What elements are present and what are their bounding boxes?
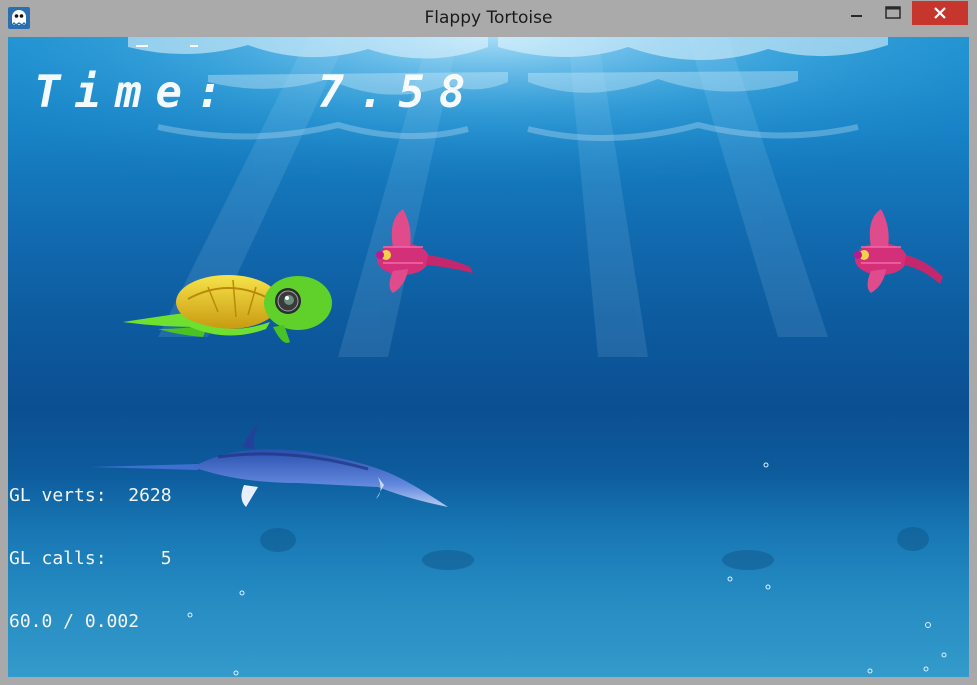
- gl-calls-value: 5: [160, 548, 172, 569]
- app-window: Flappy Tortoise Time: 7.58 GL verts: 262…: [0, 0, 977, 685]
- close-button[interactable]: [912, 1, 968, 25]
- gl-calls-label: GL calls:: [9, 548, 107, 569]
- gl-calls-row: GL calls: 5: [9, 548, 172, 569]
- time-value: 7.58: [317, 67, 480, 118]
- window-title: Flappy Tortoise: [424, 8, 553, 28]
- turtle-player: [123, 275, 332, 343]
- title-bar[interactable]: Flappy Tortoise: [0, 0, 977, 36]
- gl-verts-value: 2628: [128, 485, 172, 506]
- maximize-button[interactable]: [876, 0, 910, 26]
- game-canvas[interactable]: Time: 7.58 GL verts: 2628 GL calls: 5 60…: [8, 37, 969, 677]
- close-icon: [934, 7, 946, 19]
- hud-dash: [136, 45, 148, 47]
- gl-verts-row: GL verts: 2628: [9, 485, 172, 506]
- maximize-icon: [885, 6, 901, 19]
- fps-readout: 60.0 / 0.002: [9, 611, 140, 632]
- minimize-button[interactable]: [842, 0, 872, 26]
- time-display: Time: 7.58: [34, 67, 479, 118]
- time-label: Time:: [34, 67, 237, 118]
- hud-dash-2: [190, 45, 198, 47]
- debug-stats: GL verts: 2628 GL calls: 5 60.0 / 0.002: [9, 443, 172, 674]
- gl-verts-label: GL verts:: [9, 485, 107, 506]
- minimize-icon: [851, 15, 862, 17]
